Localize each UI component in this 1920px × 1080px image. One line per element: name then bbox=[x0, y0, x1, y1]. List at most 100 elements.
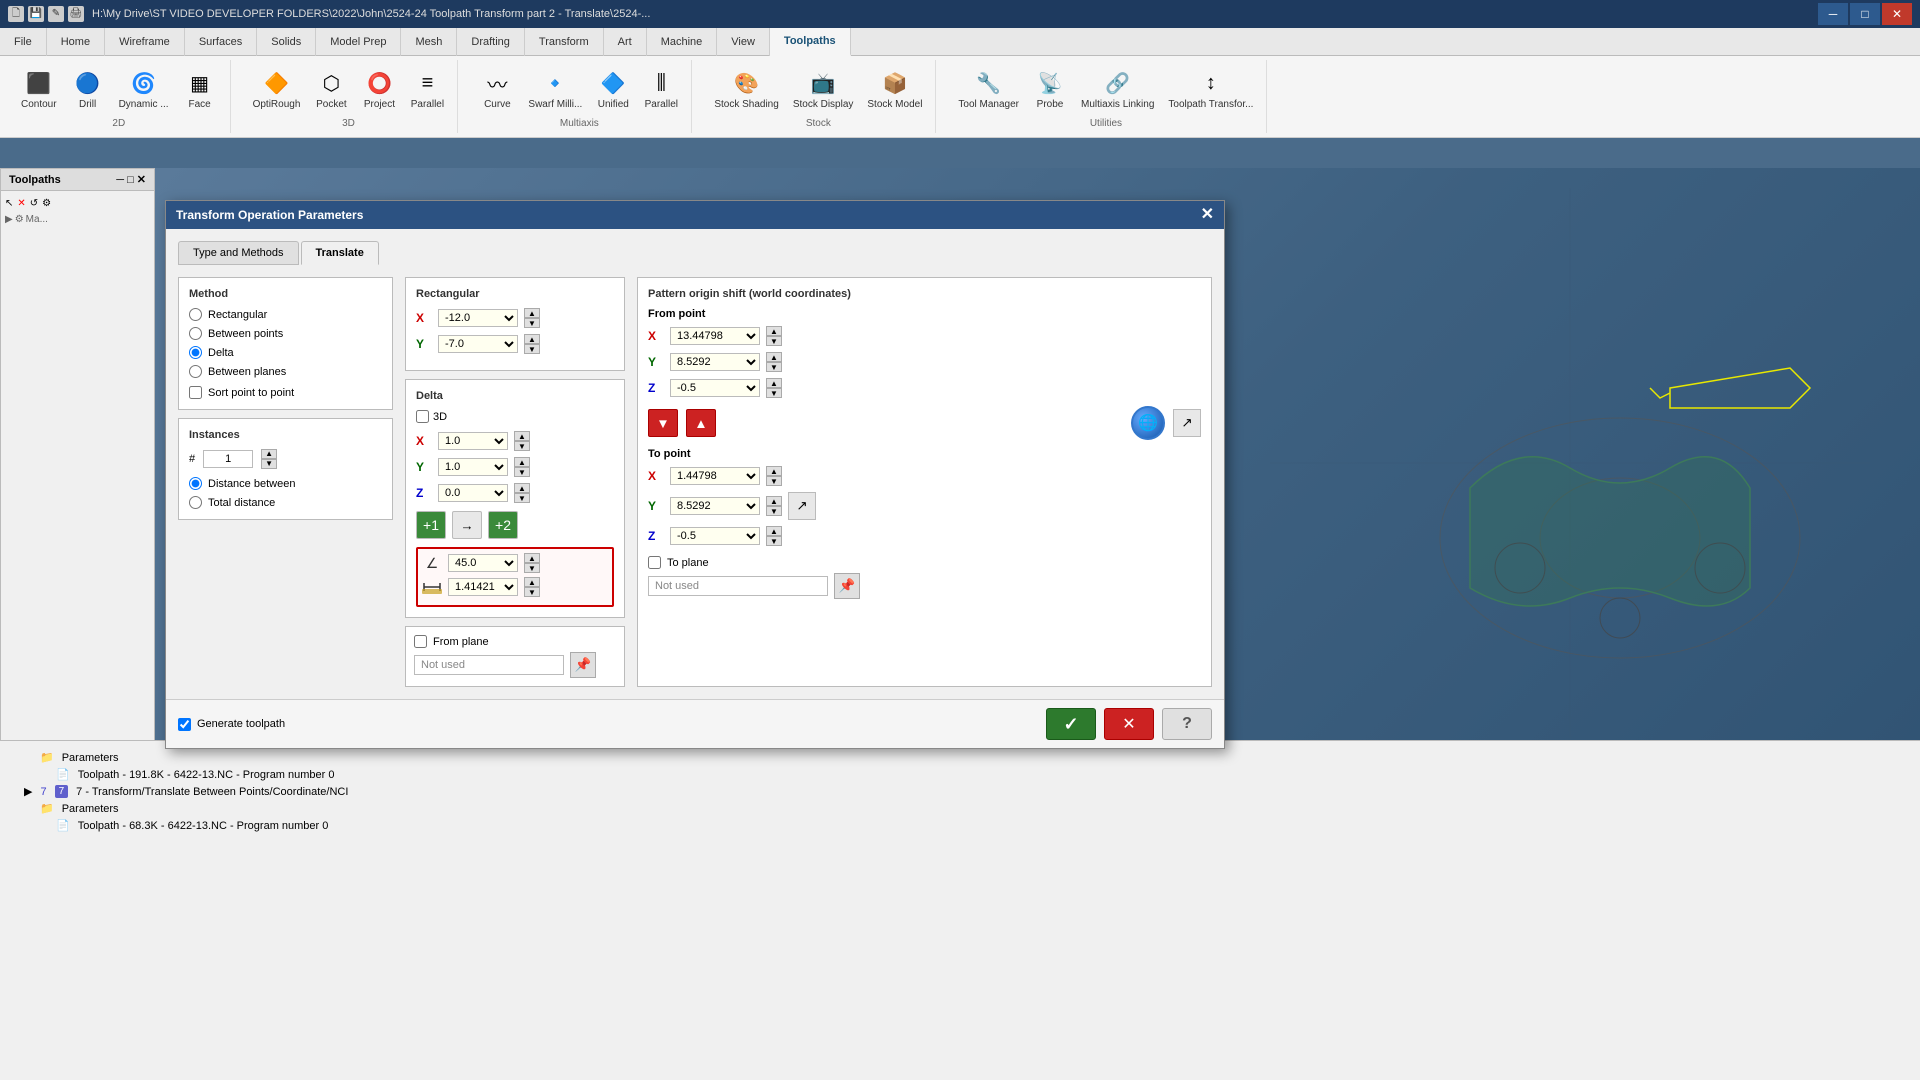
radio-between-planes[interactable]: Between planes bbox=[189, 365, 382, 378]
delta-y-input[interactable]: 1.0 bbox=[438, 458, 508, 476]
ribbon-btn-tool-manager[interactable]: 🔧 Tool Manager bbox=[953, 64, 1024, 114]
delta-z-up[interactable]: ▲ bbox=[514, 483, 530, 493]
from-plane-input[interactable] bbox=[414, 655, 564, 675]
to-plane-select-btn[interactable]: 📌 bbox=[834, 573, 860, 599]
ribbon-btn-curve[interactable]: 〰 Curve bbox=[475, 64, 519, 114]
delta-x-down[interactable]: ▼ bbox=[514, 441, 530, 451]
distance-up[interactable]: ▲ bbox=[524, 577, 540, 587]
tp-icon-delete[interactable]: ✕ bbox=[17, 198, 25, 209]
pick-down-btn[interactable]: ▼ bbox=[648, 409, 678, 437]
ribbon-btn-parallel-ma[interactable]: ⫼ Parallel bbox=[639, 64, 683, 114]
tab-solids[interactable]: Solids bbox=[257, 28, 316, 56]
from-z-down[interactable]: ▼ bbox=[766, 388, 782, 398]
ribbon-btn-multiaxis-linking[interactable]: 🔗 Multiaxis Linking bbox=[1076, 64, 1159, 114]
radio-rectangular[interactable]: Rectangular bbox=[189, 308, 382, 321]
from-x-down[interactable]: ▼ bbox=[766, 336, 782, 346]
ribbon-btn-unified[interactable]: 🔷 Unified bbox=[591, 64, 635, 114]
to-z-down[interactable]: ▼ bbox=[766, 536, 782, 546]
tab-file[interactable]: File bbox=[0, 28, 47, 56]
delta-y-up[interactable]: ▲ bbox=[514, 457, 530, 467]
maximize-button[interactable]: □ bbox=[1850, 3, 1880, 25]
rect-x-up[interactable]: ▲ bbox=[524, 308, 540, 318]
ribbon-btn-pocket[interactable]: ⬡ Pocket bbox=[309, 64, 353, 114]
tab-mesh[interactable]: Mesh bbox=[401, 28, 457, 56]
to-y-down[interactable]: ▼ bbox=[766, 506, 782, 516]
to-z-input[interactable]: -0.5 bbox=[670, 527, 760, 545]
instances-value-input[interactable] bbox=[203, 450, 253, 468]
toolpaths-tree-item-machine[interactable]: ▶ ⚙ Ma... bbox=[5, 212, 150, 227]
ribbon-btn-contour[interactable]: ⬛ Contour bbox=[16, 64, 62, 114]
close-button[interactable]: ✕ bbox=[1882, 3, 1912, 25]
from-y-down[interactable]: ▼ bbox=[766, 362, 782, 372]
dialog-close-button[interactable]: ✕ bbox=[1201, 207, 1214, 223]
radio-delta-input[interactable] bbox=[189, 346, 202, 359]
to-x-down[interactable]: ▼ bbox=[766, 476, 782, 486]
ribbon-btn-face[interactable]: ▦ Face bbox=[178, 64, 222, 114]
tp-icon-settings[interactable]: ⚙ bbox=[42, 198, 51, 209]
tab-machine[interactable]: Machine bbox=[647, 28, 718, 56]
tab-wireframe[interactable]: Wireframe bbox=[105, 28, 185, 56]
from-y-input[interactable]: 8.5292 bbox=[670, 353, 760, 371]
to-plane-checkbox[interactable] bbox=[648, 556, 661, 569]
to-pick-button[interactable]: ↗ bbox=[788, 492, 816, 520]
rect-y-down[interactable]: ▼ bbox=[524, 344, 540, 354]
tp-icon-refresh[interactable]: ↺ bbox=[30, 198, 38, 209]
tab-translate[interactable]: Translate bbox=[301, 241, 379, 265]
ribbon-btn-probe[interactable]: 📡 Probe bbox=[1028, 64, 1072, 114]
tp-icon-select[interactable]: ↖ bbox=[5, 198, 13, 209]
from-y-up[interactable]: ▲ bbox=[766, 352, 782, 362]
instances-up-btn[interactable]: ▲ bbox=[261, 449, 277, 459]
tab-home[interactable]: Home bbox=[47, 28, 105, 56]
delta-z-input[interactable]: 0.0 bbox=[438, 484, 508, 502]
tab-type-methods[interactable]: Type and Methods bbox=[178, 241, 299, 265]
radio-delta[interactable]: Delta bbox=[189, 346, 382, 359]
from-z-input[interactable]: -0.5 bbox=[670, 379, 760, 397]
checkbox-3d[interactable] bbox=[416, 410, 429, 423]
add-instance-2-btn[interactable]: +2 bbox=[488, 511, 518, 539]
distance-down[interactable]: ▼ bbox=[524, 587, 540, 597]
radio-rectangular-input[interactable] bbox=[189, 308, 202, 321]
angle-input[interactable]: 45.0 bbox=[448, 554, 518, 572]
radio-distance-between[interactable]: Distance between bbox=[189, 477, 382, 490]
tree-item-2[interactable]: ▶ 7 7 7 - Transform/Translate Between Po… bbox=[8, 783, 1912, 800]
from-x-up[interactable]: ▲ bbox=[766, 326, 782, 336]
to-x-input[interactable]: 1.44798 bbox=[670, 467, 760, 485]
tab-art[interactable]: Art bbox=[604, 28, 647, 56]
ribbon-btn-stock-model[interactable]: 📦 Stock Model bbox=[862, 64, 927, 114]
instances-down-btn[interactable]: ▼ bbox=[261, 459, 277, 469]
angle-down[interactable]: ▼ bbox=[524, 563, 540, 573]
to-x-up[interactable]: ▲ bbox=[766, 466, 782, 476]
to-z-up[interactable]: ▲ bbox=[766, 526, 782, 536]
help-button[interactable]: ? bbox=[1162, 708, 1212, 740]
arrow-right-btn[interactable]: → bbox=[452, 511, 482, 539]
from-plane-select-btn[interactable]: 📌 bbox=[570, 652, 596, 678]
ribbon-btn-stock-display[interactable]: 📺 Stock Display bbox=[788, 64, 859, 114]
from-x-input[interactable]: 13.44798 bbox=[670, 327, 760, 345]
tab-drafting[interactable]: Drafting bbox=[457, 28, 525, 56]
minimize-button[interactable]: ─ bbox=[1818, 3, 1848, 25]
radio-distance-between-input[interactable] bbox=[189, 477, 202, 490]
tree-item-0[interactable]: 📁 Parameters bbox=[8, 749, 1912, 766]
tab-view[interactable]: View bbox=[717, 28, 770, 56]
delta-x-up[interactable]: ▲ bbox=[514, 431, 530, 441]
rect-y-up[interactable]: ▲ bbox=[524, 334, 540, 344]
ribbon-btn-toolpath-transform[interactable]: ↕ Toolpath Transfor... bbox=[1163, 64, 1258, 114]
tree-item-3[interactable]: 📁 Parameters bbox=[8, 800, 1912, 817]
to-y-input[interactable]: 8.5292 bbox=[670, 497, 760, 515]
radio-between-planes-input[interactable] bbox=[189, 365, 202, 378]
radio-total-distance[interactable]: Total distance bbox=[189, 496, 382, 509]
distance-input[interactable]: 1.41421 bbox=[448, 578, 518, 596]
tree-item-4[interactable]: 📄 Toolpath - 68.3K - 6422-13.NC - Progra… bbox=[8, 817, 1912, 834]
ribbon-btn-parallel-3d[interactable]: ≡ Parallel bbox=[405, 64, 449, 114]
radio-between-points[interactable]: Between points bbox=[189, 327, 382, 340]
ribbon-btn-swarf[interactable]: 🔹 Swarf Milli... bbox=[523, 64, 587, 114]
generate-toolpath-checkbox[interactable] bbox=[178, 718, 191, 731]
from-pick-button[interactable]: ↗ bbox=[1173, 409, 1201, 437]
tab-transform[interactable]: Transform bbox=[525, 28, 604, 56]
from-plane-checkbox[interactable] bbox=[414, 635, 427, 648]
delta-z-down[interactable]: ▼ bbox=[514, 493, 530, 503]
sort-point-checkbox[interactable] bbox=[189, 386, 202, 399]
ribbon-btn-project[interactable]: ⭕ Project bbox=[357, 64, 401, 114]
pick-up-btn[interactable]: ▲ bbox=[686, 409, 716, 437]
ribbon-btn-dynamic[interactable]: 🌀 Dynamic ... bbox=[114, 64, 174, 114]
